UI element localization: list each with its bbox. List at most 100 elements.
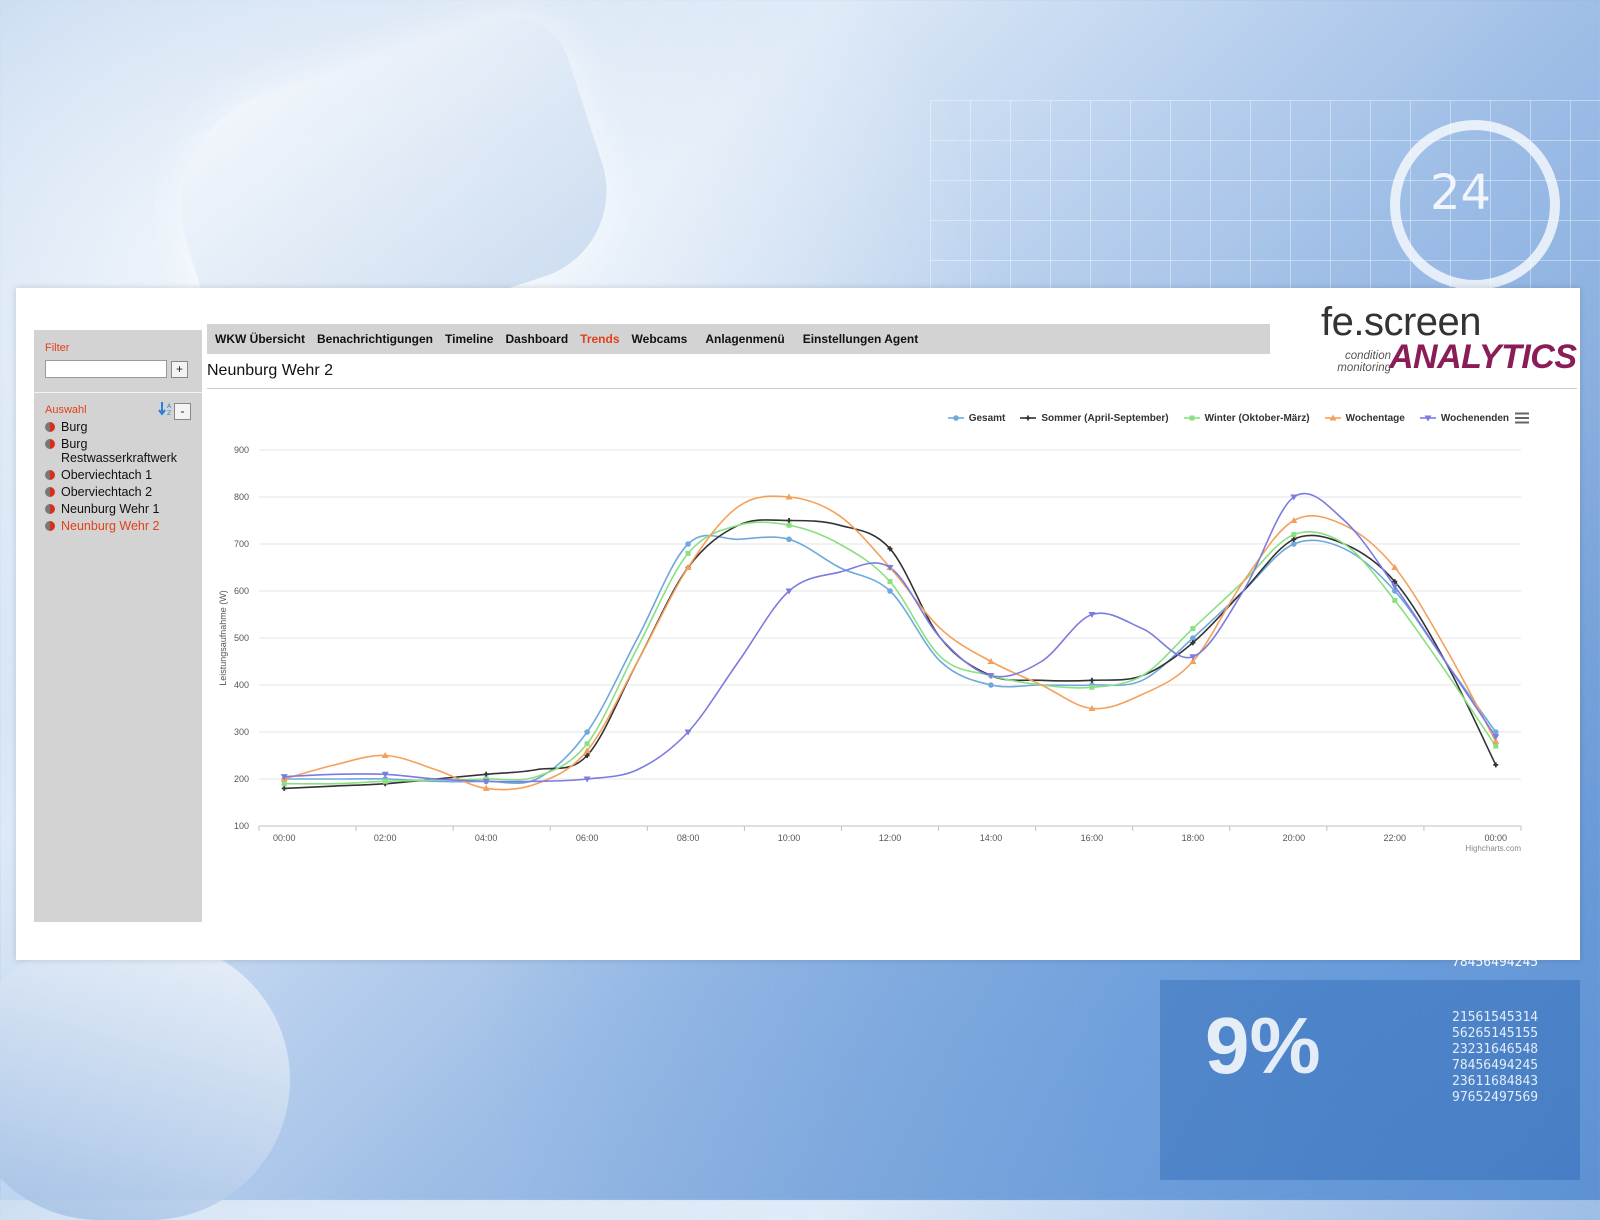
- y-tick-label: 300: [234, 727, 249, 737]
- status-pie-icon: [45, 504, 55, 514]
- y-axis-title: Leistungsaufnahme (W): [218, 590, 228, 686]
- site-list-item-label: Burg Restwasserkraftwerk: [61, 437, 177, 465]
- chart-legend: Gesamt Sommer (April-September) Winter (Ok…: [933, 412, 1529, 424]
- logo-tagline: condition monitoring: [1337, 350, 1391, 374]
- y-tick-label: 500: [234, 633, 249, 643]
- site-list-item[interactable]: Neunburg Wehr 1: [45, 502, 200, 516]
- legend-label: Gesamt: [968, 412, 1006, 424]
- data-point: [1025, 415, 1031, 421]
- x-tick-label: 22:00: [1384, 833, 1407, 843]
- site-list-item[interactable]: Neunburg Wehr 2: [45, 519, 200, 533]
- background-number: 56265145155: [1452, 1026, 1539, 1041]
- sort-az-icon[interactable]: A Z: [158, 401, 174, 417]
- site-list-item-label: Burg: [61, 420, 88, 434]
- background-number: 21561545314: [1452, 1010, 1539, 1025]
- data-point: [786, 536, 792, 543]
- legend-item[interactable]: Wochentage: [1324, 413, 1405, 424]
- legend-item[interactable]: Gesamt: [947, 412, 1006, 424]
- data-point: [584, 741, 590, 747]
- background-number: 97652497569: [1452, 1090, 1539, 1105]
- background-robot-arm-lower: [0, 940, 290, 1220]
- y-tick-label: 400: [234, 680, 249, 690]
- x-tick-label: 06:00: [576, 833, 599, 843]
- app-window: Filter + Auswahl A Z - Burg Burg Restwass…: [16, 288, 1580, 960]
- status-pie-icon: [45, 521, 55, 531]
- legend-label: Wochentage: [1345, 412, 1405, 424]
- nav-item[interactable]: WKW Übersicht: [215, 332, 305, 346]
- legend-symbol-icon: [1419, 415, 1436, 422]
- data-point: [1190, 626, 1196, 632]
- filter-input[interactable]: [45, 360, 167, 378]
- legend-label: Wochenenden: [1440, 412, 1509, 424]
- legend-symbol-icon: [1324, 414, 1341, 421]
- nav-item[interactable]: Webcams: [632, 332, 688, 346]
- legend-item[interactable]: Winter (Oktober-März): [1183, 413, 1310, 424]
- legend-symbol-icon: [1020, 415, 1037, 421]
- data-point: [952, 415, 959, 421]
- data-point: [1089, 684, 1095, 690]
- x-tick-label: 00:00: [273, 833, 296, 843]
- svg-text:A: A: [167, 403, 172, 410]
- series-line: [284, 519, 1497, 790]
- data-point: [382, 778, 388, 784]
- data-point: [887, 588, 893, 594]
- site-list-item[interactable]: Oberviechtach 2: [45, 485, 200, 499]
- y-tick-label: 600: [234, 586, 249, 596]
- background-ring-icon: [1390, 120, 1560, 290]
- legend-label: Winter (Oktober-März): [1204, 412, 1310, 424]
- filter-label: Filter: [45, 342, 70, 354]
- data-point: [1392, 597, 1398, 603]
- site-list-item-label: Neunburg Wehr 1: [61, 502, 160, 516]
- svg-text:Z: Z: [167, 410, 171, 417]
- data-point: [1190, 635, 1196, 641]
- data-point: [1291, 532, 1297, 538]
- y-tick-label: 900: [234, 445, 249, 455]
- site-list-item[interactable]: Burg Restwasserkraftwerk: [45, 437, 200, 465]
- legend-symbol-icon: [947, 415, 964, 421]
- data-point: [685, 541, 691, 547]
- legend-item[interactable]: Wochenenden: [1419, 413, 1509, 424]
- data-point: [685, 550, 691, 556]
- status-pie-icon: [45, 487, 55, 497]
- background-data-panel: [1160, 980, 1580, 1180]
- series-line: [284, 521, 1497, 785]
- data-point: [584, 729, 590, 735]
- background-number: 78456494245: [1452, 1058, 1539, 1073]
- chart-menu-icon[interactable]: [1515, 412, 1529, 424]
- nav-item[interactable]: Anlagenmenü: [705, 332, 784, 346]
- legend-item[interactable]: Sommer (April-September): [1019, 412, 1169, 424]
- site-list-item[interactable]: Burg: [45, 420, 200, 434]
- selection-label: Auswahl: [45, 404, 87, 416]
- background-grid: [930, 100, 1600, 290]
- nav-item[interactable]: Dashboard: [505, 332, 568, 346]
- main-navigation: WKW Übersicht Benachrichtigungen Timeline D…: [207, 324, 1270, 354]
- legend-label: Sommer (April-September): [1041, 412, 1169, 424]
- series-line: [284, 534, 1497, 785]
- site-list: Burg Burg Restwasserkraftwerk Oberviechtac…: [45, 420, 200, 536]
- x-tick-label: 00:00: [1484, 833, 1507, 843]
- collapse-selection-button[interactable]: -: [174, 403, 191, 420]
- site-list-item[interactable]: Oberviechtach 1: [45, 468, 200, 482]
- y-tick-label: 800: [234, 492, 249, 502]
- x-tick-label: 08:00: [677, 833, 700, 843]
- page-title: Neunburg Wehr 2: [207, 362, 333, 379]
- data-point: [281, 781, 287, 787]
- x-tick-label: 20:00: [1283, 833, 1306, 843]
- nav-item[interactable]: Einstellungen Agent: [803, 332, 919, 346]
- y-tick-label: 200: [234, 774, 249, 784]
- nav-item[interactable]: Benachrichtigungen: [317, 332, 433, 346]
- data-point: [988, 682, 994, 688]
- data-point: [281, 785, 287, 791]
- data-point: [483, 771, 489, 777]
- add-filter-button[interactable]: +: [171, 361, 188, 378]
- data-point: [1492, 729, 1499, 735]
- nav-item[interactable]: Trends: [580, 332, 619, 346]
- background-numbers: 21561545314 56265145155 23231646548 7845649…: [1452, 1010, 1538, 1106]
- nav-item[interactable]: Timeline: [445, 332, 493, 346]
- y-tick-label: 700: [234, 539, 249, 549]
- y-tick-label: 100: [234, 821, 249, 831]
- status-pie-icon: [45, 470, 55, 480]
- site-list-item-label: Neunburg Wehr 2: [61, 519, 160, 533]
- x-tick-label: 02:00: [374, 833, 397, 843]
- x-tick-label: 16:00: [1081, 833, 1104, 843]
